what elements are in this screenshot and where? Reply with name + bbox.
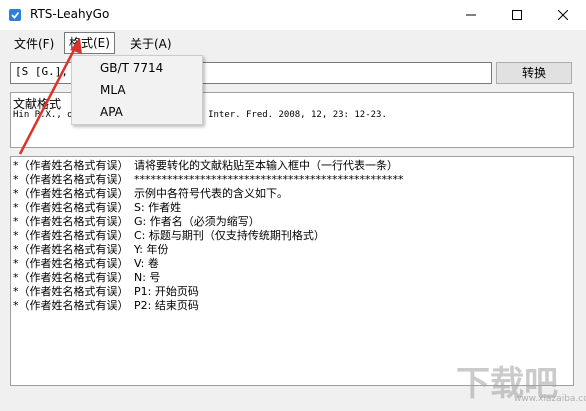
watermark-logo: 下载吧 www.xiazaiba.com: [456, 356, 586, 408]
watermark-url: www.xiazaiba.com: [514, 394, 586, 404]
annotation-arrow-icon: [18, 38, 82, 155]
